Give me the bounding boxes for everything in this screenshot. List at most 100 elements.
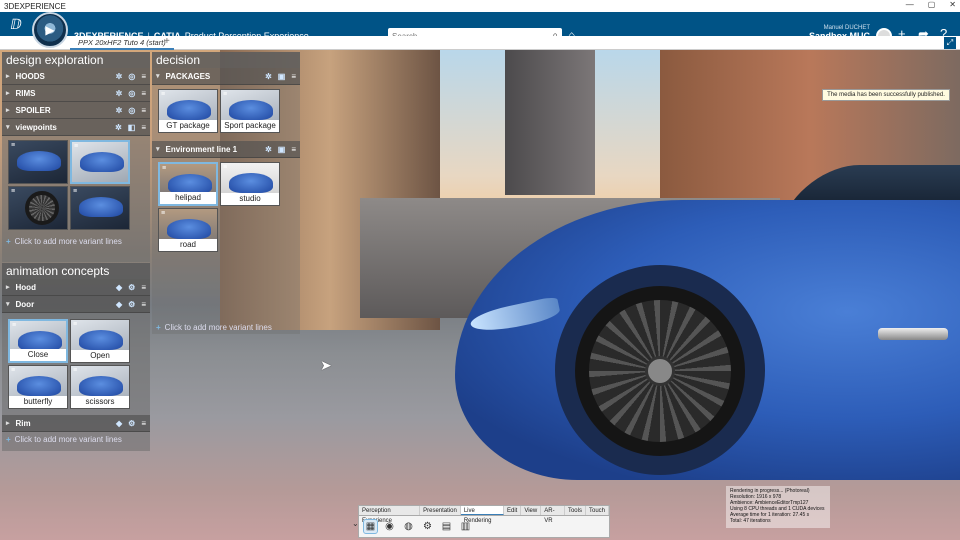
globe-icon[interactable]: ◎: [128, 89, 135, 98]
tab-touch[interactable]: Touch: [586, 506, 609, 515]
package-gt[interactable]: ≡ GT package: [158, 89, 218, 133]
menu-icon[interactable]: ≡: [141, 72, 146, 81]
gear-icon[interactable]: ⚙: [420, 519, 435, 534]
menu-icon[interactable]: ≡: [161, 91, 165, 98]
image-icon[interactable]: ▣: [278, 72, 286, 81]
car-thumbnail-icon: [79, 330, 123, 350]
menu-icon[interactable]: ≡: [73, 321, 77, 328]
image-icon[interactable]: ▣: [278, 145, 286, 154]
variant-line-hood[interactable]: ▸ Hood ◆ ⚙ ≡: [2, 279, 150, 296]
environment-helipad[interactable]: ≡ helipad: [158, 162, 218, 206]
menu-icon[interactable]: ≡: [141, 300, 146, 309]
gear-icon[interactable]: ✲: [116, 106, 123, 115]
animation-icon[interactable]: ⚙: [128, 419, 135, 428]
viewpoint-thumb[interactable]: ≡: [8, 140, 68, 184]
variant-line-door[interactable]: ▾ Door ◆ ⚙ ≡: [2, 296, 150, 313]
mouse-cursor-icon: ➤: [320, 357, 332, 373]
menu-icon[interactable]: ≡: [74, 143, 78, 150]
menu-icon[interactable]: ≡: [141, 283, 146, 292]
variant-line-viewpoints[interactable]: ▾ viewpoints ✲ ◧ ≡: [2, 119, 150, 136]
expand-arrow-icon[interactable]: ▸: [6, 89, 10, 97]
viewpoint-thumb[interactable]: ≡: [70, 186, 130, 230]
render-frame-icon[interactable]: ▦: [363, 519, 378, 534]
tab-tools[interactable]: Tools: [565, 506, 586, 515]
tab-perception-experience[interactable]: Perception Experience: [359, 506, 421, 524]
menu-icon[interactable]: ≡: [73, 188, 77, 195]
menu-icon[interactable]: ≡: [73, 367, 77, 374]
diamond-icon[interactable]: ◆: [116, 419, 122, 428]
collapse-arrow-icon[interactable]: ▾: [6, 123, 10, 131]
collapse-arrow-icon[interactable]: ▾: [156, 72, 160, 80]
fullscreen-icon[interactable]: ⤢: [944, 37, 956, 49]
ds-logo-icon[interactable]: ⅅ: [6, 14, 26, 34]
variant-line-spoiler[interactable]: ▸ SPOILER ✲ ◎ ≡: [2, 102, 150, 119]
door-variant-scissors[interactable]: ≡ scissors: [70, 365, 130, 409]
variant-line-rims[interactable]: ▸ RIMS ✲ ◎ ≡: [2, 85, 150, 102]
maximize-button[interactable]: ▢: [928, 0, 936, 9]
viewpoint-thumb[interactable]: ≡: [70, 140, 130, 184]
package-sport[interactable]: ≡ Sport package: [220, 89, 280, 133]
menu-icon[interactable]: ≡: [223, 91, 227, 98]
environment-road[interactable]: ≡ road: [158, 208, 218, 252]
gear-icon[interactable]: ✲: [116, 89, 123, 98]
menu-icon[interactable]: ≡: [11, 188, 15, 195]
globe-icon[interactable]: ◎: [128, 72, 135, 81]
expand-arrow-icon[interactable]: ▸: [6, 106, 10, 114]
collapse-arrow-icon[interactable]: ▾: [156, 145, 160, 153]
tab-view[interactable]: View: [521, 506, 542, 515]
tab-presentation[interactable]: Presentation: [420, 506, 461, 515]
minimize-button[interactable]: —: [906, 0, 914, 9]
expand-arrow-icon[interactable]: ▸: [6, 72, 10, 80]
gear-icon[interactable]: ✲: [265, 72, 272, 81]
menu-icon[interactable]: ≡: [141, 419, 146, 428]
door-variant-butterfly[interactable]: ≡ butterfly: [8, 365, 68, 409]
wheel-thumbnail-icon: [25, 191, 59, 225]
variant-line-rim[interactable]: ▸ Rim ◆ ⚙ ≡: [2, 415, 150, 432]
tab-document[interactable]: PPX 20xHF2 Tuto 4 (start): [70, 36, 174, 50]
variant-line-hoods[interactable]: ▸ HOODS ✲ ◎ ≡: [2, 68, 150, 85]
menu-icon[interactable]: ≡: [11, 142, 15, 149]
door-variant-open[interactable]: ≡ Open: [70, 319, 130, 363]
tab-live-rendering[interactable]: Live Rendering: [460, 506, 504, 524]
add-variant-line[interactable]: + Click to add more variant lines: [152, 320, 276, 335]
add-variant-line[interactable]: + Click to add more variant lines: [2, 432, 150, 447]
animation-icon[interactable]: ⚙: [128, 283, 135, 292]
diamond-icon[interactable]: ◆: [116, 283, 122, 292]
expand-arrow-icon[interactable]: ▸: [6, 283, 10, 291]
menu-icon[interactable]: ≡: [291, 72, 296, 81]
menu-icon[interactable]: ≡: [223, 164, 227, 171]
gear-icon[interactable]: ✲: [265, 145, 272, 154]
gear-icon[interactable]: ✲: [116, 72, 123, 81]
viewpoint-thumb[interactable]: ≡: [8, 186, 68, 230]
variant-line-environment[interactable]: ▾ Environment line 1 ✲ ▣ ≡: [152, 141, 300, 158]
menu-icon[interactable]: ≡: [161, 210, 165, 217]
add-tab-button[interactable]: +: [164, 36, 170, 47]
door-variant-close[interactable]: ≡ Close: [8, 319, 68, 363]
publish-icon[interactable]: ▥: [458, 519, 473, 534]
menu-icon[interactable]: ≡: [141, 123, 146, 132]
menu-icon[interactable]: ≡: [141, 106, 146, 115]
add-variant-line[interactable]: + Click to add more variant lines: [2, 234, 150, 249]
collapse-arrow-icon[interactable]: ▾: [6, 300, 10, 308]
tab-ar-vr[interactable]: AR-VR: [541, 506, 565, 524]
environment-studio[interactable]: ≡ studio: [220, 162, 280, 206]
close-button[interactable]: ✕: [949, 0, 956, 9]
capture-icon[interactable]: ▤: [439, 519, 454, 534]
menu-icon[interactable]: ≡: [291, 145, 296, 154]
compass-icon[interactable]: ▶: [32, 12, 68, 48]
gear-icon[interactable]: ✲: [115, 123, 122, 132]
diamond-icon[interactable]: ◆: [116, 300, 122, 309]
menu-icon[interactable]: ≡: [12, 322, 16, 329]
expand-arrow-icon[interactable]: ▸: [6, 419, 10, 427]
globe-icon[interactable]: ◎: [128, 106, 135, 115]
render-settings-icon[interactable]: ◍: [401, 519, 416, 534]
menu-icon[interactable]: ≡: [162, 165, 166, 172]
tab-edit[interactable]: Edit: [504, 506, 522, 515]
menu-icon[interactable]: ≡: [141, 89, 146, 98]
animation-icon[interactable]: ⚙: [128, 300, 135, 309]
camera-icon[interactable]: ◧: [128, 123, 136, 132]
menu-icon[interactable]: ≡: [11, 367, 15, 374]
variant-line-packages[interactable]: ▾ PACKAGES ✲ ▣ ≡: [152, 68, 300, 85]
camera-icon[interactable]: ◉: [382, 519, 397, 534]
package-thumbnails: ≡ GT package ≡ Sport package: [152, 85, 300, 137]
